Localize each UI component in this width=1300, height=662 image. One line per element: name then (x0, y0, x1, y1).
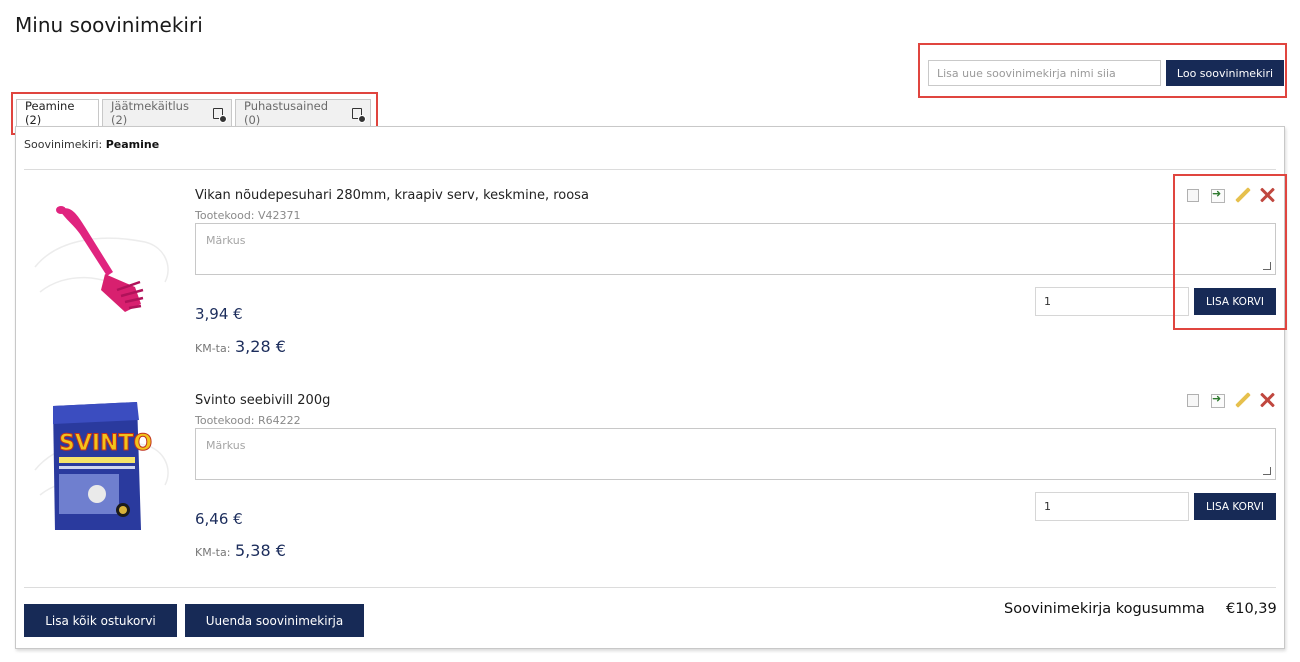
divider (24, 169, 1276, 170)
product-price: 3,94 € (195, 305, 243, 323)
edit-pencil-icon[interactable] (1234, 392, 1250, 408)
actions-highlight (1173, 174, 1287, 330)
create-wishlist-button[interactable]: Loo soovinimekiri (1166, 60, 1284, 86)
tab-jaatmekaitlus[interactable]: Jäätmekäitlus (2) (102, 99, 232, 127)
product-actions (1182, 392, 1278, 412)
delete-icon[interactable] (1259, 392, 1275, 408)
wishlist-panel (15, 126, 1285, 649)
tab-peamine[interactable]: Peamine (2) (16, 99, 99, 127)
note-field[interactable] (195, 428, 1276, 480)
product-image-svinto[interactable]: SVINTO (25, 380, 175, 530)
add-to-cart-button[interactable]: LISA KORVI (1194, 493, 1276, 520)
total-value: €10,39 (1226, 601, 1277, 617)
product-code: Tootekood: R64222 (195, 414, 301, 427)
quantity-input[interactable] (1035, 492, 1189, 521)
net-price: 5,38 € (235, 541, 286, 560)
tab-label: Peamine (2) (25, 99, 75, 127)
product-code: Tootekood: V42371 (195, 209, 301, 222)
quantity-input[interactable] (1035, 287, 1189, 316)
tab-label: Jäätmekäitlus (2) (111, 99, 189, 127)
net-price-label: KM-ta: (195, 342, 231, 355)
new-wishlist-name-input[interactable] (928, 60, 1161, 86)
wishlist-name: Peamine (105, 138, 160, 151)
svg-text:SVINTO: SVINTO (59, 431, 152, 456)
divider (24, 587, 1276, 588)
page-title: Minu soovinimekiri (15, 13, 203, 37)
move-to-list-icon[interactable] (1209, 392, 1225, 408)
net-price-label: KM-ta: (195, 546, 231, 559)
wishlist-label-prefix: Soovinimekiri: (24, 138, 103, 151)
tab-puhastusained[interactable]: Puhastusained (0) (235, 99, 371, 127)
resize-handle-icon[interactable] (1263, 467, 1271, 475)
tab-label: Puhastusained (0) (244, 99, 329, 127)
update-wishlist-button[interactable]: Uuenda soovinimekirja (185, 604, 364, 637)
select-checkbox-icon[interactable] (1185, 392, 1201, 408)
product-name[interactable]: Vikan nõudepesuhari 280mm, kraapiv serv,… (195, 188, 589, 203)
total-label: Soovinimekirja kogusumma (1004, 601, 1205, 617)
net-price: 3,28 € (235, 337, 286, 356)
note-field[interactable] (195, 223, 1276, 275)
list-settings-icon[interactable] (352, 107, 366, 123)
product-price: 6,46 € (195, 510, 243, 528)
wishlist-label: Soovinimekiri: Peamine (24, 138, 159, 151)
add-all-to-cart-button[interactable]: Lisa kõik ostukorvi (24, 604, 177, 637)
product-name[interactable]: Svinto seebivill 200g (195, 393, 330, 408)
product-image-brush[interactable] (25, 172, 175, 322)
list-settings-icon[interactable] (213, 107, 227, 123)
